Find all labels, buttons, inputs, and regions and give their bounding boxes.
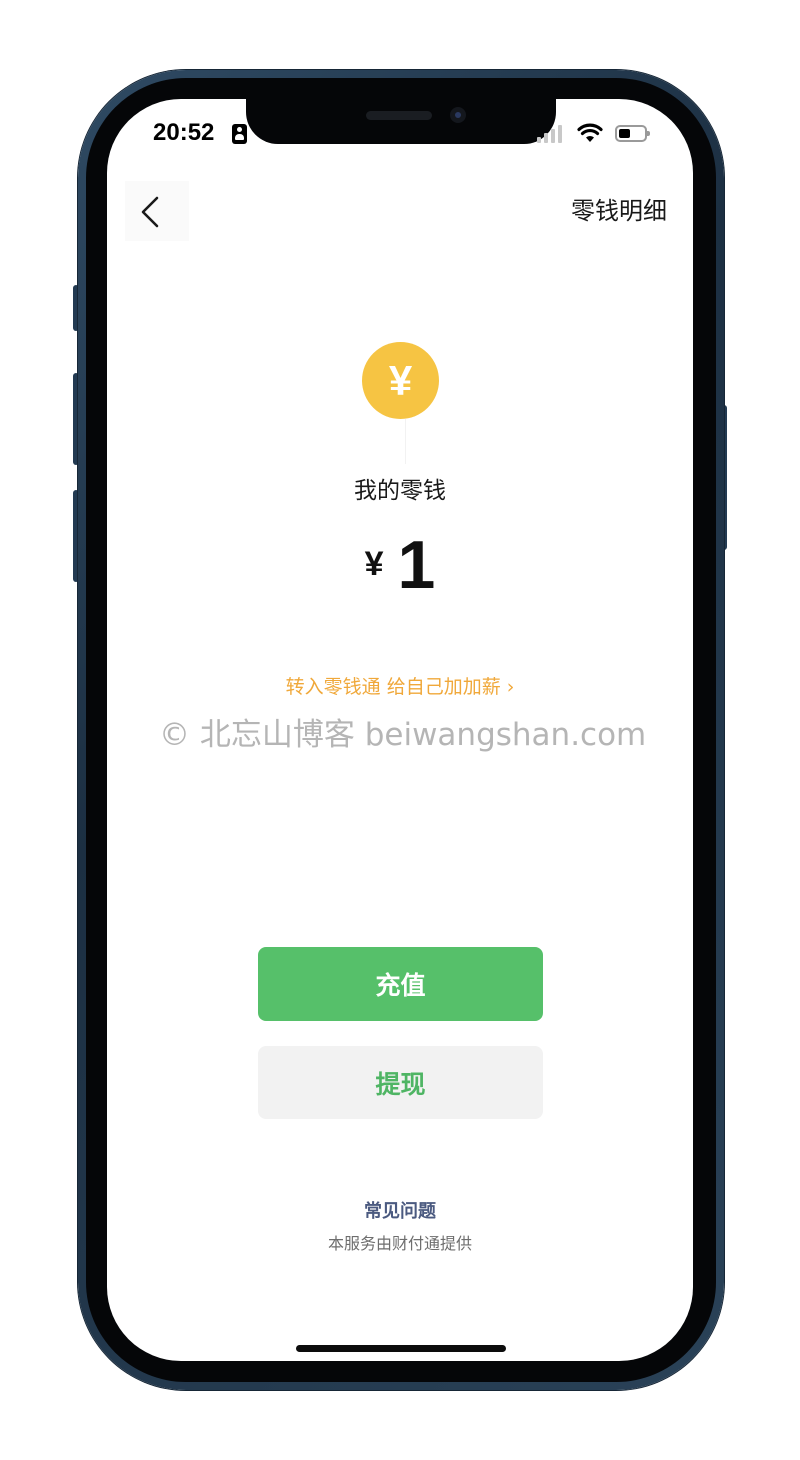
balance-display: ¥ 1: [107, 531, 693, 599]
speaker-grille: [366, 111, 432, 120]
balance-label: 我的零钱: [354, 478, 446, 504]
balance-details-link[interactable]: 零钱明细: [571, 191, 667, 226]
contact-card-icon: [232, 124, 247, 144]
divider: [405, 419, 406, 464]
status-time: 20:52: [153, 119, 215, 146]
recharge-button[interactable]: 充值: [258, 947, 543, 1021]
screen: 20:52 零钱明细 ¥ 我的零钱 ¥ 1 转入零钱通 给自己加加薪 › © 北…: [107, 99, 693, 1361]
device-mockup: 20:52 零钱明细 ¥ 我的零钱 ¥ 1 转入零钱通 给自己加加薪 › © 北…: [0, 0, 800, 1460]
coin-yen-icon: ¥: [362, 342, 439, 419]
notch: [246, 99, 556, 144]
front-camera: [450, 107, 466, 123]
currency-symbol: ¥: [364, 545, 384, 583]
faq-link[interactable]: 常见问题: [107, 1197, 693, 1223]
watermark: © 北忘山博客 beiwangshan.com: [159, 717, 647, 753]
balance-amount: 1: [397, 527, 436, 603]
chevron-left-icon: [141, 196, 159, 228]
back-button[interactable]: [125, 181, 189, 241]
home-indicator[interactable]: [296, 1345, 506, 1352]
provider-note: 本服务由财付通提供: [327, 1234, 472, 1253]
withdraw-button[interactable]: 提现: [258, 1046, 543, 1119]
battery-icon: [615, 125, 650, 142]
wifi-icon: [577, 123, 603, 147]
signal-icon: [537, 125, 565, 143]
transfer-promo-link[interactable]: 转入零钱通 给自己加加薪 ›: [107, 672, 693, 699]
